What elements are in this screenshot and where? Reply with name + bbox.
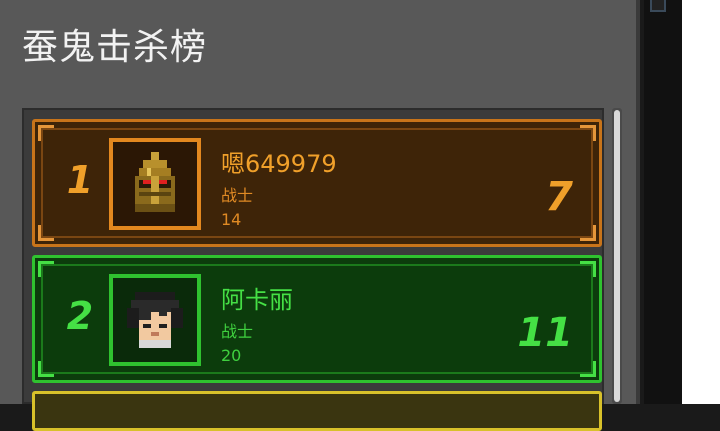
- rank-number: 2: [66, 294, 94, 338]
- leaderboard-entry[interactable]: [32, 391, 602, 431]
- panel-title: 蚕鬼击杀榜: [22, 27, 208, 68]
- screen-edge: [682, 0, 720, 404]
- corner-ornament: [580, 225, 596, 241]
- corner-ornament: [580, 361, 596, 377]
- scrollbar[interactable]: [612, 108, 622, 404]
- rank-number: 1: [66, 158, 94, 202]
- kill-count: 11: [517, 310, 573, 356]
- corner-ornament: [580, 125, 596, 141]
- avatar: [109, 138, 201, 230]
- player-level: 14: [221, 210, 242, 229]
- player-class: 战士: [221, 186, 254, 205]
- black-hair-character-icon: [127, 292, 183, 348]
- player-name: 阿卡丽: [221, 286, 293, 314]
- corner-ornament: [38, 225, 54, 241]
- corner-ornament: [580, 261, 596, 277]
- map-marker-icon: [650, 0, 666, 12]
- game-background: [644, 0, 682, 404]
- golden-helmet-icon: [135, 152, 175, 212]
- corner-ornament: [38, 361, 54, 377]
- leaderboard-entry[interactable]: 2 阿卡丽 战士 20 11: [32, 255, 602, 383]
- player-class: 战士: [221, 322, 254, 341]
- corner-ornament: [38, 261, 54, 277]
- player-name: 嗯649979: [221, 150, 337, 178]
- kill-count: 7: [545, 174, 573, 220]
- avatar: [109, 274, 201, 366]
- scrollbar-thumb[interactable]: [614, 110, 620, 402]
- leaderboard-entry[interactable]: 1 嗯649979 战士 14 7: [32, 119, 602, 247]
- player-level: 20: [221, 346, 242, 365]
- leaderboard-panel: 蚕鬼击杀榜 1 嗯649979 战士 14 7 2 阿卡丽 战士 20 11: [0, 0, 640, 431]
- corner-ornament: [38, 125, 54, 141]
